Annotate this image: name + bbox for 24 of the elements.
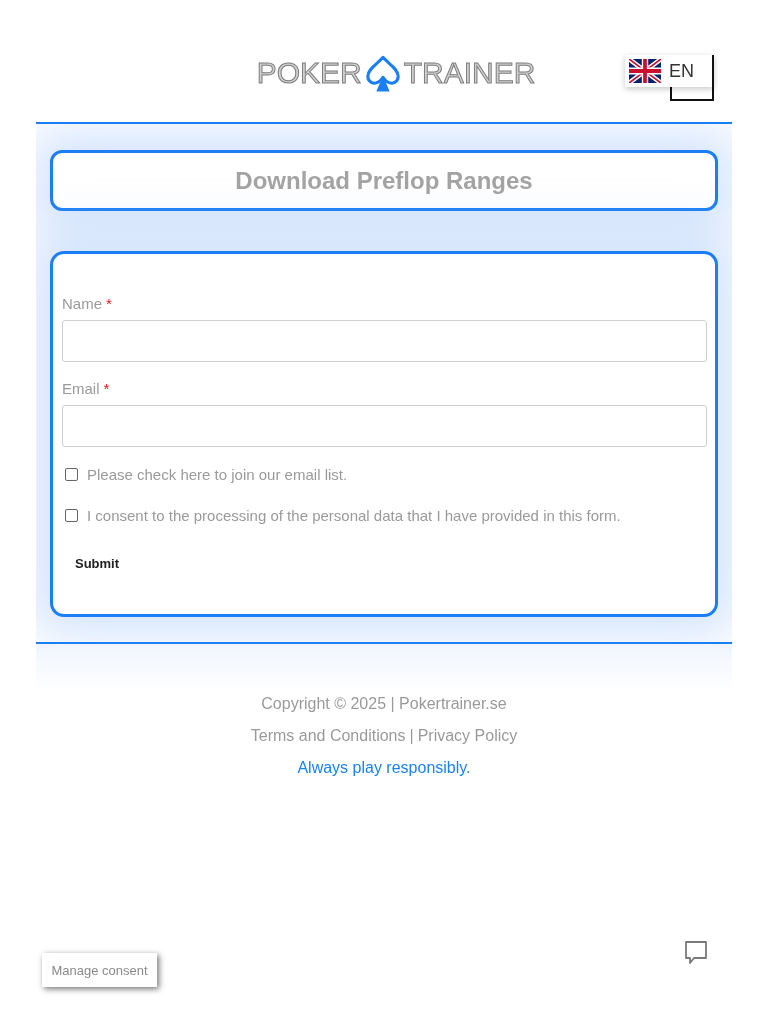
checkbox[interactable] xyxy=(65,508,78,522)
required-mark: * xyxy=(106,294,112,314)
checkbox-label: Please check here to join our email list. xyxy=(87,465,348,483)
flag-icon xyxy=(629,59,661,83)
chat-icon[interactable] xyxy=(684,940,708,965)
separator-text: | xyxy=(409,727,414,744)
copyright-text: Copyright © 2025 | Pokertrainer.se xyxy=(261,695,507,712)
manage-consent-button[interactable]: Manage consent xyxy=(42,953,157,987)
checkbox[interactable] xyxy=(65,467,78,481)
checkbox-label: I consent to the processing of the personal data that I have provided in this form. xyxy=(87,506,621,524)
logo-text: TRAINER xyxy=(403,55,536,91)
input-field[interactable] xyxy=(62,320,707,362)
spade-icon xyxy=(363,53,402,93)
submit-button[interactable]: Submit xyxy=(62,545,133,581)
field-label: Email xyxy=(62,379,100,399)
field-label: Name xyxy=(62,294,102,314)
footer-link[interactable]: Privacy Policy xyxy=(417,727,518,744)
logo-text: POKER xyxy=(256,55,362,91)
required-mark: * xyxy=(103,379,110,399)
footer-link[interactable]: Terms and Conditions xyxy=(250,727,406,744)
input-field[interactable] xyxy=(62,405,707,447)
language-button[interactable]: EN xyxy=(625,55,714,87)
tagline-link[interactable]: Always play responsibly. xyxy=(297,759,471,776)
page-title: Download Preflop Ranges xyxy=(235,166,533,195)
